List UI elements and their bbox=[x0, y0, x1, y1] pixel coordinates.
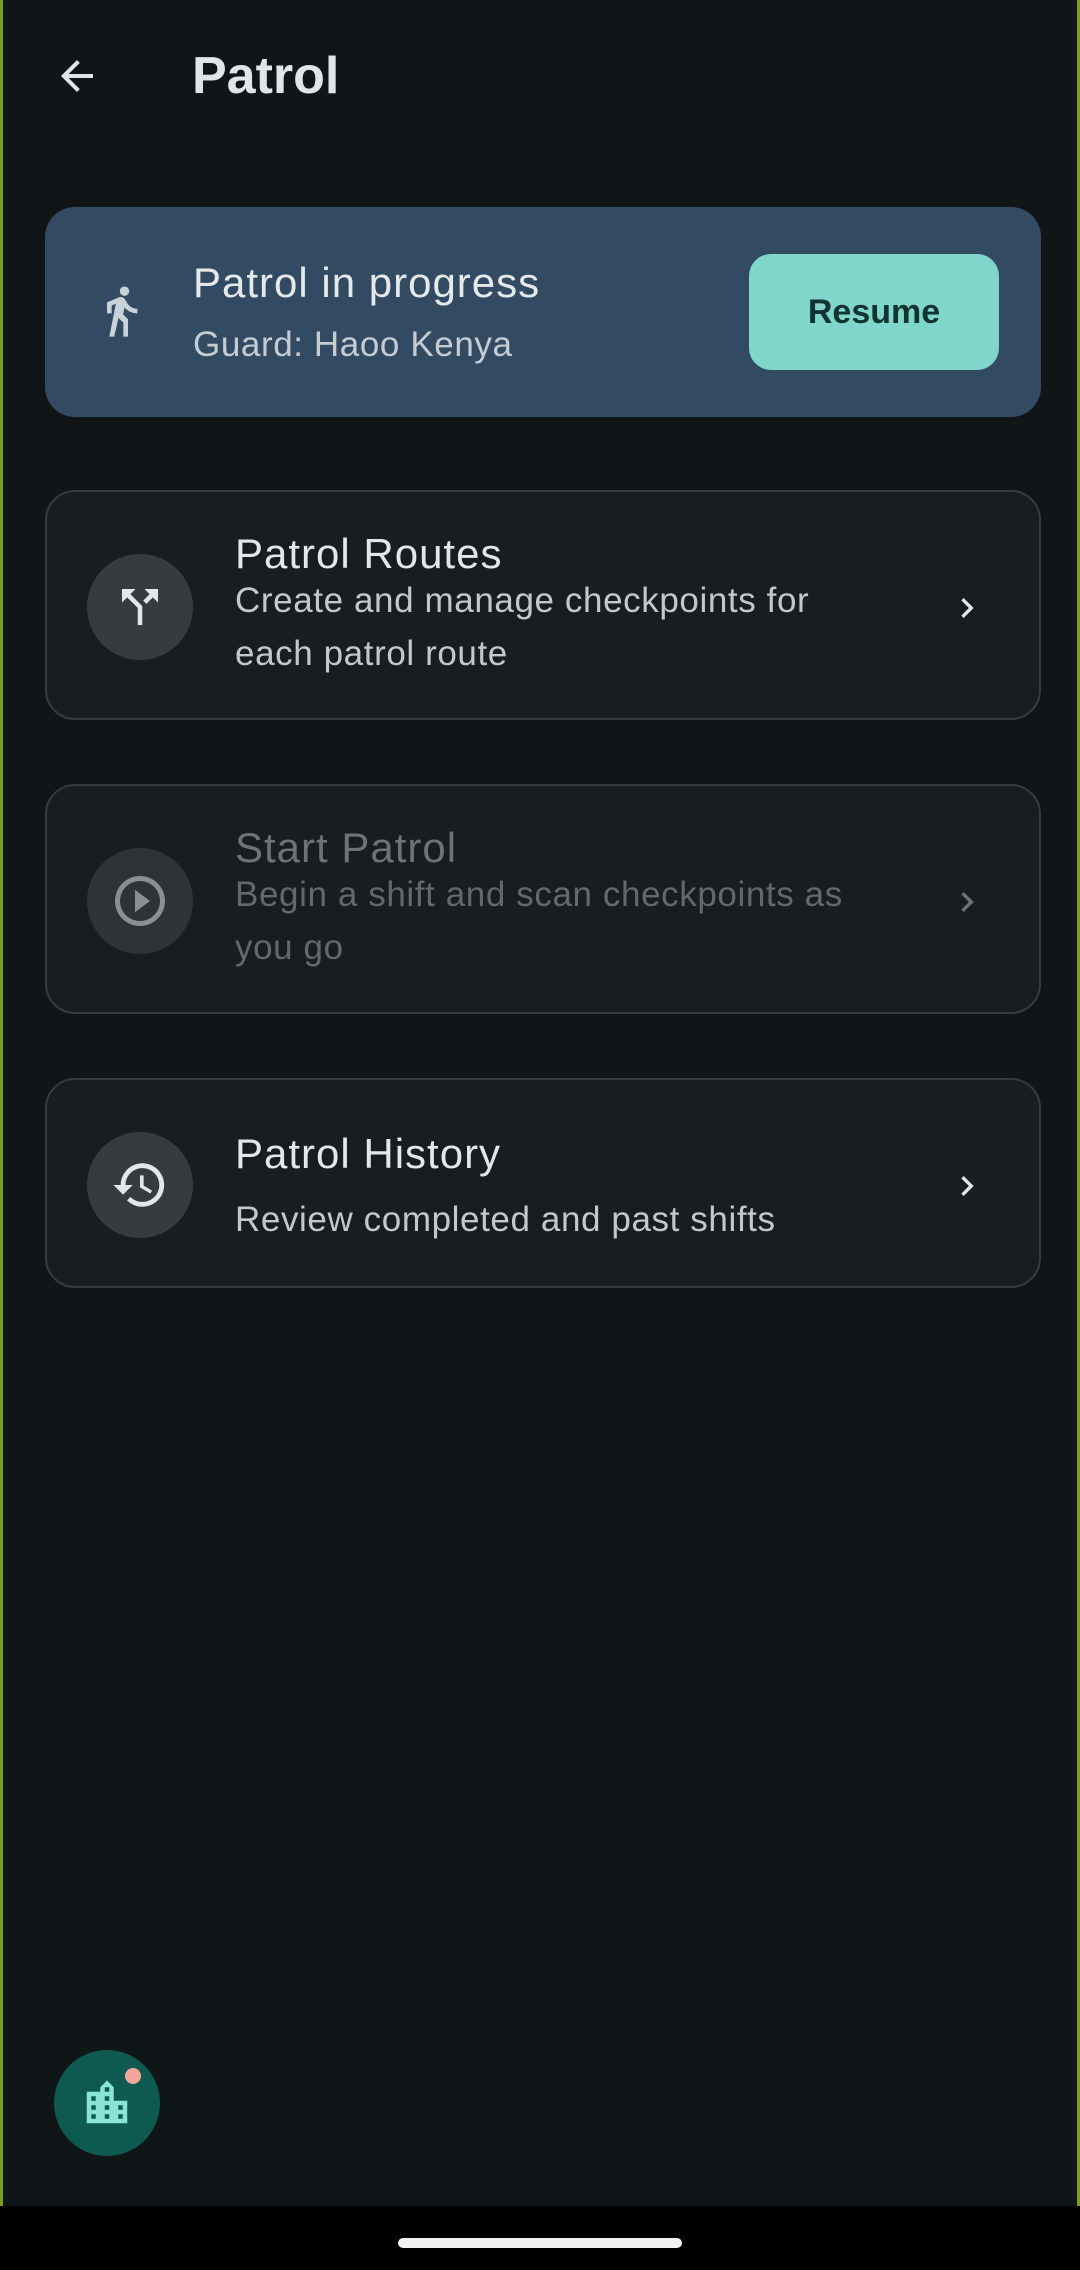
menu-item-start-patrol[interactable]: Start Patrol Begin a shift and scan chec… bbox=[45, 784, 1041, 1014]
walking-person-icon bbox=[107, 286, 138, 337]
history-icon bbox=[113, 1163, 165, 1207]
home-gesture-handle[interactable] bbox=[398, 2238, 682, 2248]
menu-item-patrol-routes[interactable]: Patrol Routes Create and manage checkpoi… bbox=[45, 490, 1041, 720]
chevron-right-icon bbox=[961, 892, 974, 912]
resume-button[interactable]: Resume bbox=[749, 254, 999, 370]
menu-item-description: Review completed and past shifts bbox=[235, 1200, 776, 1239]
system-navigation-bar bbox=[0, 2206, 1080, 2270]
chevron-right-icon bbox=[961, 1176, 974, 1196]
menu-item-title: Start Patrol bbox=[235, 824, 458, 871]
arrow-back-icon bbox=[61, 60, 93, 92]
chevron-right-icon bbox=[961, 598, 974, 618]
menu-icon-container bbox=[87, 848, 193, 954]
menu-item-title: Patrol Routes bbox=[235, 530, 503, 577]
organization-button[interactable] bbox=[54, 2050, 160, 2156]
banner-guard-name: Guard: Haoo Kenya bbox=[193, 325, 513, 364]
menu-item-title: Patrol History bbox=[235, 1130, 502, 1177]
app-bar: Patrol bbox=[3, 0, 1077, 152]
notification-badge bbox=[125, 2068, 141, 2084]
page-title: Patrol bbox=[192, 47, 340, 105]
menu-icon-container bbox=[87, 554, 193, 660]
building-icon bbox=[86, 2080, 128, 2124]
back-button[interactable] bbox=[37, 32, 117, 120]
patrol-in-progress-banner: Patrol in progress Guard: Haoo Kenya Res… bbox=[45, 207, 1041, 417]
menu-item-description: Begin a shift and scan checkpoints as yo… bbox=[235, 875, 843, 967]
menu-icon-container bbox=[87, 1132, 193, 1238]
menu-item-patrol-history[interactable]: Patrol History Review completed and past… bbox=[45, 1078, 1041, 1288]
route-fork-icon bbox=[122, 589, 158, 625]
banner-title: Patrol in progress bbox=[193, 259, 541, 306]
patrol-screen: Patrol Patrol in progress Guard: Haoo Ke… bbox=[0, 0, 1080, 2206]
play-circle-icon bbox=[115, 876, 165, 926]
menu-item-description: Create and manage checkpoints for each p… bbox=[235, 581, 810, 673]
